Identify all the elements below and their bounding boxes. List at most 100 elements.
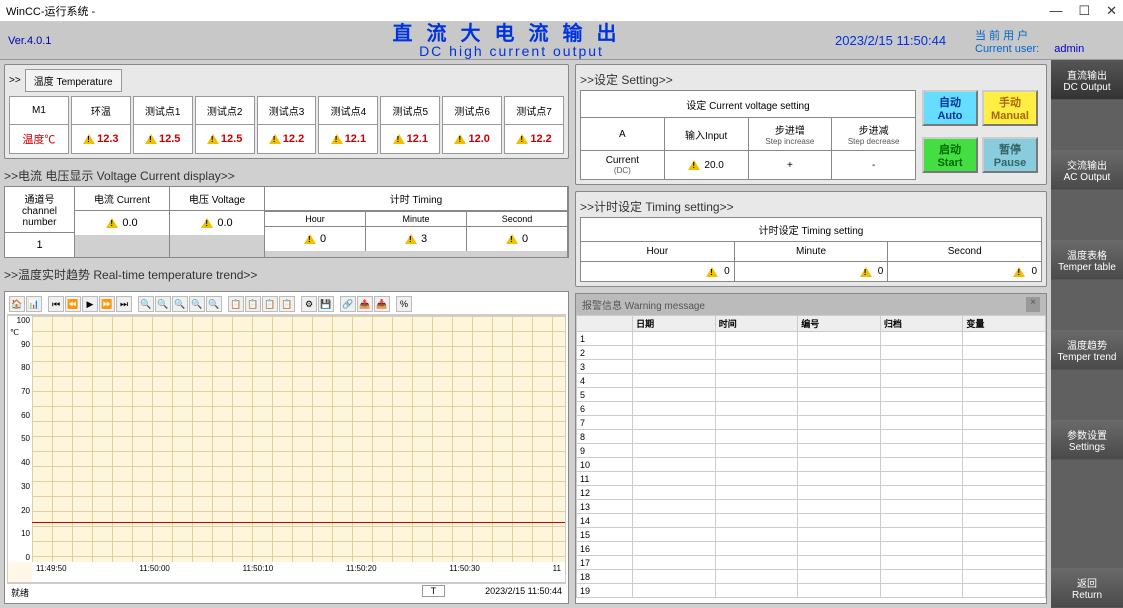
nav-temper-table[interactable]: 温度表格Temper table bbox=[1051, 240, 1123, 280]
warning-icon bbox=[145, 134, 157, 144]
close-warning-icon[interactable]: × bbox=[1026, 297, 1040, 312]
tab-temperature[interactable]: 温度 Temperature bbox=[25, 69, 122, 92]
toolbar-btn-21[interactable]: 💾 bbox=[318, 296, 334, 312]
auto-button[interactable]: 自动Auto bbox=[922, 90, 978, 126]
warning-icon bbox=[331, 134, 343, 144]
nav-temper-trend[interactable]: 温度趋势Temper trend bbox=[1051, 330, 1123, 370]
page-title-cn: 直流大电流输出 bbox=[188, 24, 835, 44]
table-row[interactable]: 17 bbox=[577, 556, 1046, 570]
warning-icon bbox=[706, 267, 718, 277]
toolbar-btn-9[interactable]: 🔍 bbox=[138, 296, 154, 312]
warning-icon bbox=[454, 134, 466, 144]
voltage-value: 0.0 bbox=[170, 211, 264, 235]
table-row[interactable]: 18 bbox=[577, 570, 1046, 584]
warning-icon bbox=[688, 160, 700, 170]
toolbar-btn-3[interactable]: ⏮ bbox=[48, 296, 64, 312]
table-row[interactable]: 14 bbox=[577, 514, 1046, 528]
timing-setting-panel: >>计时设定 Timing setting>> 计时设定 Timing sett… bbox=[575, 191, 1047, 287]
current-input[interactable]: 20.0 bbox=[665, 151, 749, 179]
table-row[interactable]: 15 bbox=[577, 528, 1046, 542]
temp-header-3: 测试点3 bbox=[258, 97, 316, 125]
table-row[interactable]: 9 bbox=[577, 444, 1046, 458]
current-value: 0.0 bbox=[75, 211, 169, 235]
table-row[interactable]: 8 bbox=[577, 430, 1046, 444]
right-nav: 直流输出DC Output 交流输出AC Output 温度表格Temper t… bbox=[1051, 60, 1123, 608]
timing-minute-input[interactable]: 0 bbox=[735, 262, 889, 281]
version-label: Ver.4.0.1 bbox=[8, 35, 188, 47]
nav-ac-output[interactable]: 交流输出AC Output bbox=[1051, 150, 1123, 190]
toolbar-btn-27[interactable]: % bbox=[396, 296, 412, 312]
table-row[interactable]: 19 bbox=[577, 584, 1046, 598]
toolbar-btn-12[interactable]: 🔍 bbox=[189, 296, 205, 312]
warning-icon bbox=[106, 218, 118, 228]
temp-value-6: 12.0 bbox=[443, 125, 501, 153]
warning-panel: 报警信息 Warning message × 日期时间编号归档变量1234567… bbox=[575, 293, 1047, 604]
timing-second-input[interactable]: 0 bbox=[888, 262, 1041, 281]
toolbar-btn-16[interactable]: 📋 bbox=[245, 296, 261, 312]
window-titlebar: WinCC-运行系统 - — ☐ ✕ bbox=[0, 0, 1123, 22]
trend-chart: 🏠📊⏮⏪▶⏩⏭🔍🔍🔍🔍🔍📋📋📋📋⚙💾🔗📤📥% 10090807060504030… bbox=[4, 291, 569, 604]
temp-value-4: 12.1 bbox=[319, 125, 377, 153]
toolbar-btn-11[interactable]: 🔍 bbox=[172, 296, 188, 312]
table-row[interactable]: 10 bbox=[577, 458, 1046, 472]
nav-return[interactable]: 返回Return bbox=[1051, 568, 1123, 608]
minimize-icon[interactable]: — bbox=[1049, 3, 1062, 19]
table-row[interactable]: 5 bbox=[577, 388, 1046, 402]
step-increase-button[interactable]: + bbox=[749, 151, 833, 179]
chart-status: 就绪 bbox=[11, 586, 29, 599]
datetime-label: 2023/2/15 11:50:44 bbox=[835, 33, 975, 48]
toolbar-btn-10[interactable]: 🔍 bbox=[155, 296, 171, 312]
table-row[interactable]: 6 bbox=[577, 402, 1046, 416]
table-row[interactable]: 1 bbox=[577, 332, 1046, 346]
warning-icon bbox=[269, 134, 281, 144]
maximize-icon[interactable]: ☐ bbox=[1078, 3, 1090, 19]
chart-datetime: 2023/2/15 11:50:44 bbox=[485, 586, 562, 599]
toolbar-btn-17[interactable]: 📋 bbox=[262, 296, 278, 312]
toolbar-btn-1[interactable]: 📊 bbox=[26, 296, 42, 312]
toolbar-btn-15[interactable]: 📋 bbox=[228, 296, 244, 312]
close-icon[interactable]: ✕ bbox=[1106, 3, 1117, 19]
toolbar-btn-25[interactable]: 📥 bbox=[374, 296, 390, 312]
timing-hour: 0 bbox=[265, 227, 365, 251]
table-row[interactable]: 4 bbox=[577, 374, 1046, 388]
step-decrease-button[interactable]: - bbox=[832, 151, 915, 179]
pause-button[interactable]: 暂停Pause bbox=[982, 137, 1038, 173]
toolbar-btn-7[interactable]: ⏭ bbox=[116, 296, 132, 312]
toolbar-btn-20[interactable]: ⚙ bbox=[301, 296, 317, 312]
nav-settings[interactable]: 参数设置Settings bbox=[1051, 420, 1123, 460]
temp-header-6: 测试点6 bbox=[443, 97, 501, 125]
start-button[interactable]: 启动Start bbox=[922, 137, 978, 173]
warning-icon bbox=[860, 267, 872, 277]
toolbar-btn-6[interactable]: ⏩ bbox=[99, 296, 115, 312]
timing-hour-input[interactable]: 0 bbox=[581, 262, 735, 281]
table-row[interactable]: 7 bbox=[577, 416, 1046, 430]
toolbar-btn-18[interactable]: 📋 bbox=[279, 296, 295, 312]
temp-value-5: 12.1 bbox=[381, 125, 439, 153]
toolbar-btn-5[interactable]: ▶ bbox=[82, 296, 98, 312]
warning-title: 报警信息 Warning message bbox=[582, 297, 705, 312]
toolbar-btn-24[interactable]: 📤 bbox=[357, 296, 373, 312]
warning-icon bbox=[83, 134, 95, 144]
toolbar-btn-23[interactable]: 🔗 bbox=[340, 296, 356, 312]
toolbar-btn-4[interactable]: ⏪ bbox=[65, 296, 81, 312]
chart-series-line bbox=[32, 522, 565, 523]
table-row[interactable]: 11 bbox=[577, 472, 1046, 486]
toolbar-btn-0[interactable]: 🏠 bbox=[9, 296, 25, 312]
chevron-icon: >> bbox=[9, 75, 21, 86]
warning-table[interactable]: 日期时间编号归档变量12345678910111213141516171819 bbox=[576, 315, 1046, 603]
table-row[interactable]: 2 bbox=[577, 346, 1046, 360]
table-row[interactable]: 13 bbox=[577, 500, 1046, 514]
channel-number: 1 bbox=[5, 233, 74, 257]
chart-plot[interactable] bbox=[32, 316, 565, 562]
toolbar-btn-13[interactable]: 🔍 bbox=[206, 296, 222, 312]
nav-dc-output[interactable]: 直流输出DC Output bbox=[1051, 60, 1123, 100]
warning-icon bbox=[506, 234, 518, 244]
table-row[interactable]: 12 bbox=[577, 486, 1046, 500]
table-row[interactable]: 3 bbox=[577, 360, 1046, 374]
warning-icon bbox=[201, 218, 213, 228]
temp-value-0: 12.3 bbox=[72, 125, 130, 153]
manual-button[interactable]: 手动Manual bbox=[982, 90, 1038, 126]
temp-value-3: 12.2 bbox=[258, 125, 316, 153]
table-row[interactable]: 16 bbox=[577, 542, 1046, 556]
temp-header-5: 测试点5 bbox=[381, 97, 439, 125]
